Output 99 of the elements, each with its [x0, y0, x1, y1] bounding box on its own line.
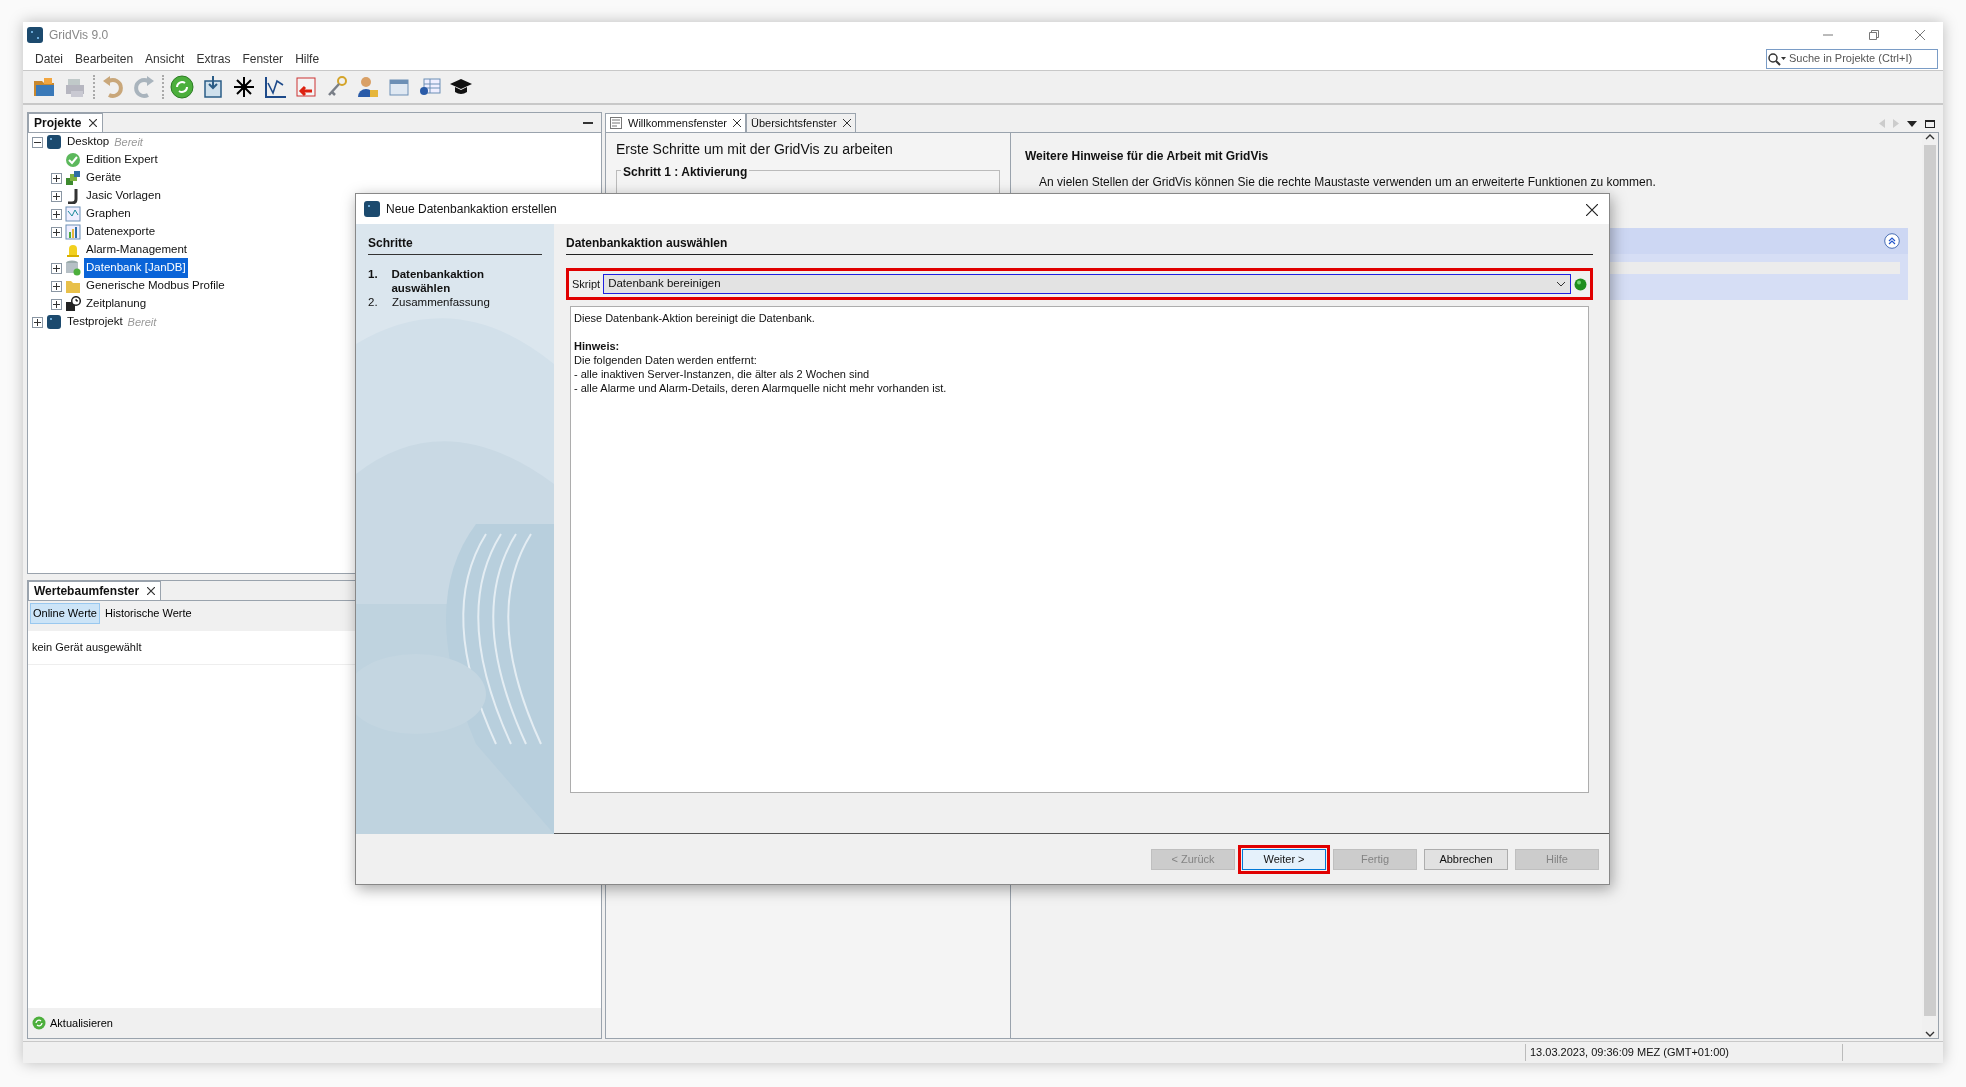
projects-tab[interactable]: Projekte [28, 113, 104, 132]
step-label: Datenbankaktion auswählen [391, 267, 486, 295]
check-icon [65, 152, 81, 168]
menu-item[interactable]: Extras [190, 49, 237, 68]
plus-icon [53, 229, 60, 237]
devices-icon [65, 170, 81, 186]
description-text: - alle Alarme und Alarm-Details, deren Alarmquelle nicht mehr vorhanden ist. [574, 381, 948, 395]
expand-toggle[interactable] [51, 226, 62, 238]
refresh-button[interactable]: Aktualisieren [32, 1014, 113, 1032]
description-text: Die folgenden Daten werden entfernt: [574, 353, 758, 367]
tree-item[interactable]: Testprojekt [65, 312, 125, 332]
bar-chart-icon [65, 224, 81, 240]
close-icon[interactable] [733, 119, 742, 127]
search-icon [1767, 51, 1787, 66]
values-tree-tab[interactable]: Wertebaumfenster [28, 581, 162, 600]
tree-item[interactable]: Graphen [84, 204, 133, 224]
tree-item[interactable]: Datenexporte [84, 222, 158, 242]
plus-icon [53, 193, 60, 201]
plus-icon [34, 319, 41, 327]
menu-item[interactable]: Bearbeiten [69, 49, 140, 68]
section-title: Datenbankaktion auswählen [566, 234, 1593, 255]
menu-item[interactable]: Datei [29, 49, 69, 68]
expand-toggle[interactable] [51, 262, 62, 274]
database-icon [65, 260, 81, 276]
clock-icon [65, 296, 81, 312]
close-icon[interactable] [1586, 203, 1598, 216]
network-icon[interactable] [231, 74, 257, 100]
tree-item[interactable]: Datenbank [JanDB] [84, 258, 188, 278]
scroll-up-icon[interactable] [1925, 133, 1935, 141]
status-label: Bereit [114, 134, 143, 150]
dropdown-icon[interactable] [1907, 120, 1917, 127]
step-label: Zusammenfassung [392, 295, 490, 309]
project-icon [46, 314, 62, 330]
plus-icon [53, 175, 60, 183]
graph-icon [65, 206, 81, 222]
expand-toggle[interactable] [32, 316, 43, 328]
plus-icon [53, 283, 60, 291]
close-icon[interactable] [842, 119, 851, 127]
tree-item[interactable]: Zeitplanung [84, 294, 149, 314]
description-text: Diese Datenbank-Aktion bereinigt die Datenbank. [574, 311, 816, 325]
welcome-heading: Erste Schritte um mit der GridVis zu arbeiten [616, 141, 894, 158]
window-title: GridVis 9.0 [49, 26, 109, 44]
step-number: 2. [368, 295, 379, 309]
search-field[interactable]: Suche in Projekte (Ctrl+I) [1766, 48, 1938, 69]
user-lock-icon[interactable] [355, 74, 381, 100]
script-dropdown[interactable]: Datenbank bereinigen [603, 274, 1571, 294]
status-light-icon [1574, 277, 1587, 291]
menu-item[interactable]: Fenster [236, 49, 290, 68]
plus-icon [53, 265, 60, 273]
collapse-toggle[interactable] [32, 136, 43, 148]
collapse-icon[interactable] [1884, 233, 1900, 249]
export-icon[interactable] [293, 74, 319, 100]
hint-text: An vielen Stellen der GridVis können Sie die rechte Maustaste verwenden um an erweiterte Funktionen zu kommen. [1038, 174, 1657, 191]
menu-item[interactable]: Ansicht [139, 49, 191, 68]
bell-icon [65, 242, 81, 258]
steps-title: Schritte [368, 234, 542, 255]
restore-icon[interactable] [1869, 30, 1879, 41]
dialog-button[interactable]: Abbrechen [1424, 848, 1508, 870]
step-number: 1. [368, 267, 379, 282]
expand-toggle[interactable] [51, 208, 62, 220]
view-tab[interactable]: Online Werte [30, 603, 100, 624]
maximize-icon[interactable] [1925, 119, 1935, 128]
status-label: Bereit [127, 314, 157, 330]
tree-item[interactable]: Alarm-Management [84, 240, 189, 260]
editor-tab[interactable]: Willkommensfenster [605, 113, 747, 132]
expand-toggle[interactable] [51, 172, 62, 184]
note-heading: Hinweis: [574, 339, 621, 353]
minimize-icon[interactable] [583, 121, 593, 124]
plus-icon [53, 211, 60, 219]
tree-item[interactable]: Edition Expert [84, 150, 160, 170]
expand-toggle[interactable] [51, 298, 62, 310]
tree-item[interactable]: Geräte [84, 168, 124, 188]
menu-item[interactable]: Hilfe [289, 49, 326, 68]
document-icon [610, 117, 622, 129]
tree-item[interactable]: Desktop [65, 132, 112, 152]
view-tab[interactable]: Historische Werte [102, 603, 195, 624]
close-icon[interactable] [89, 119, 98, 127]
status-timestamp: 13.03.2023, 09:36:09 MEZ (GMT+01:00) [1525, 1044, 1843, 1061]
expand-toggle[interactable] [51, 280, 62, 292]
refresh-icon[interactable] [169, 74, 195, 100]
folder-icon [65, 278, 81, 294]
hints-title: Weitere Hinweise für die Arbeit mit GridVis [1025, 148, 1270, 165]
close-icon[interactable] [147, 587, 156, 595]
project-icon [46, 134, 62, 150]
description-text: - alle inaktiven Server-Instanzen, die älter als 2 Wochen sind [574, 367, 871, 381]
plus-icon [53, 301, 60, 309]
dialog-title: Neue Datenbankaktion erstellen [386, 201, 557, 218]
letter-j-icon [65, 188, 81, 204]
tree-item[interactable]: Jasic Vorlagen [84, 186, 163, 206]
app-logo-icon [364, 201, 380, 217]
expand-toggle[interactable] [51, 190, 62, 202]
scroll-down-icon[interactable] [1925, 1030, 1935, 1038]
tree-item[interactable]: Generische Modbus Profile [84, 276, 227, 296]
chevron-down-icon[interactable] [1556, 281, 1566, 287]
editor-tab[interactable]: Übersichtsfenster [746, 113, 856, 132]
line-chart-icon[interactable] [262, 74, 288, 100]
app-logo-icon [27, 26, 43, 43]
script-label: Skript [572, 276, 601, 292]
refresh-icon [32, 1016, 46, 1030]
